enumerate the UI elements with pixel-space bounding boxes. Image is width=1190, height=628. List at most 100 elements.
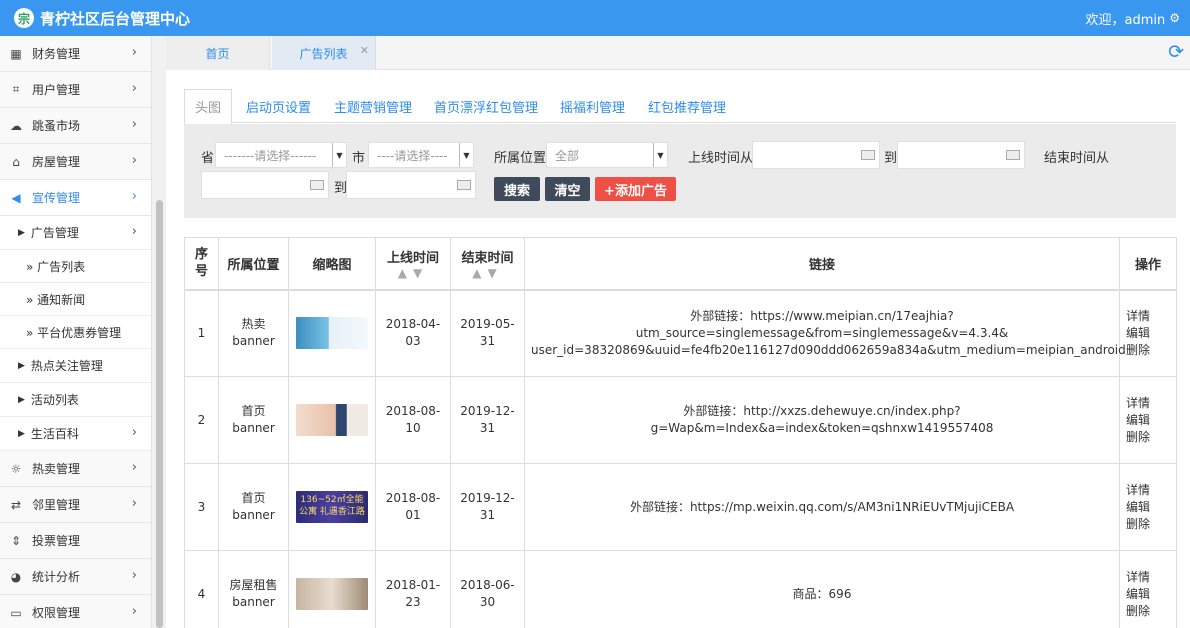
thumbnail-image[interactable] <box>296 404 368 436</box>
sidebar-subsub-label: » 广告列表 <box>26 259 86 274</box>
subtab-redpacket-recommend[interactable]: 红包推荐管理 <box>648 89 726 123</box>
col-header-online[interactable]: 上线时间 ▲▼ <box>375 237 451 291</box>
app-title: 青柠社区后台管理中心 <box>40 9 191 28</box>
chevron-right-icon: › <box>131 45 137 60</box>
sidebar-item-permissions[interactable]: ▭ 权限管理 › <box>0 595 151 628</box>
sidebar-item-promotion[interactable]: ◀ 宣传管理 › <box>0 180 151 216</box>
cell-seq: 4 <box>184 550 219 628</box>
table-row: 2 首页 banner 2018-08-10 2019-12-31 外部链接：ht… <box>184 376 1177 464</box>
edit-link[interactable]: 编辑 <box>1126 412 1150 429</box>
col-header-ops: 操作 <box>1119 237 1177 291</box>
sidebar-scrollbar-thumb[interactable] <box>156 200 163 628</box>
online-from-label: 上线时间从 <box>688 151 754 166</box>
subtab-floating-redpacket[interactable]: 首页漂浮红包管理 <box>434 89 538 123</box>
delete-link[interactable]: 删除 <box>1126 342 1150 359</box>
cell-seq: 3 <box>184 463 219 551</box>
delete-link[interactable]: 删除 <box>1126 429 1150 446</box>
thumbnail-image[interactable]: 136~52㎡全能公寓 礼遇香江路 <box>296 491 368 523</box>
thumbnail-image[interactable] <box>296 317 368 350</box>
subtab-theme-marketing[interactable]: 主题营销管理 <box>334 89 412 123</box>
sidebar-item-label: 投票管理 <box>32 534 81 548</box>
close-icon[interactable]: ✕ <box>360 44 369 57</box>
sidebar-item-market[interactable]: ☁ 跳蚤市场 › <box>0 108 151 144</box>
chevron-right-icon: › <box>131 460 137 475</box>
chevron-right-icon: › <box>131 425 137 440</box>
city-select[interactable]: ----请选择---- ▼ <box>368 142 474 168</box>
sort-icon[interactable]: ▲▼ <box>376 266 450 280</box>
calendar-icon[interactable] <box>310 180 324 190</box>
page-tabbar: 首页 广告列表 ✕ ⟳ <box>166 36 1190 70</box>
sidebar-subsub-news[interactable]: » 通知新闻 <box>0 283 151 316</box>
sidebar-subsub-ad-list[interactable]: » 广告列表 <box>0 250 151 283</box>
user-menu[interactable]: 欢迎，admin ⚙ <box>1086 9 1181 28</box>
cell-position: 热卖 banner <box>218 289 289 377</box>
detail-link[interactable]: 详情 <box>1126 482 1150 499</box>
detail-link[interactable]: 详情 <box>1126 395 1150 412</box>
position-select[interactable]: 全部 ▼ <box>546 142 668 168</box>
calendar-icon[interactable] <box>861 150 875 160</box>
city-value: ----请选择---- <box>377 148 448 163</box>
online-to-input[interactable] <box>897 141 1025 169</box>
sidebar-subsub-label: » 通知新闻 <box>26 292 86 307</box>
sidebar-sub-hot-topics[interactable]: ▶ 热点关注管理 <box>0 349 151 383</box>
position-line: 房屋租售 <box>229 578 278 592</box>
table-row: 1 热卖 banner 2018-04-03 2019-05-31 外部链接：ht… <box>184 289 1177 377</box>
col-header-end[interactable]: 结束时间 ▲▼ <box>450 237 525 291</box>
sidebar-item-neighbors[interactable]: ⇄ 邻里管理 › <box>0 487 151 523</box>
pie-icon: ◕ <box>10 569 22 584</box>
link-line: 商品：696 <box>792 586 852 601</box>
refresh-icon[interactable]: ⟳ <box>1168 41 1184 63</box>
tab-ad-list[interactable]: 广告列表 ✕ <box>272 36 376 70</box>
link-line: 外部链接：http://xxzs.dehewuye.cn/index.php?g… <box>650 404 994 435</box>
province-select[interactable]: -------请选择------ ▼ <box>215 142 347 168</box>
delete-link[interactable]: 删除 <box>1126 516 1150 533</box>
calendar-icon[interactable] <box>457 180 471 190</box>
sidebar-item-hot-sale[interactable]: ☼ 热卖管理 › <box>0 451 151 487</box>
thumbnail-image[interactable] <box>296 578 368 610</box>
sidebar-sub-activities[interactable]: ▶ 活动列表 <box>0 383 151 417</box>
subtab-launch-page[interactable]: 启动页设置 <box>246 89 311 123</box>
cell-ops: 详情编辑删除 <box>1119 550 1177 628</box>
end-from-input[interactable] <box>201 171 329 199</box>
subtab-shake-benefits[interactable]: 摇福利管理 <box>560 89 625 123</box>
position-line: 首页 <box>241 491 266 505</box>
sidebar-item-label: 跳蚤市场 <box>32 119 81 133</box>
cell-position: 首页 banner <box>218 376 289 464</box>
clear-button[interactable]: 清空 <box>545 177 590 201</box>
sidebar-subsub-coupons[interactable]: » 平台优惠券管理 <box>0 316 151 349</box>
search-button[interactable]: 搜索 <box>494 177 540 201</box>
online-from-input[interactable] <box>752 141 880 169</box>
end-to-input[interactable] <box>346 171 476 199</box>
delete-link[interactable]: 删除 <box>1126 603 1150 620</box>
tab-home[interactable]: 首页 <box>166 36 270 70</box>
sidebar-item-housing[interactable]: ⌂ 房屋管理 › <box>0 144 151 180</box>
detail-link[interactable]: 详情 <box>1126 569 1150 586</box>
position-line: 热卖 <box>241 317 266 332</box>
sidebar-item-label: 财务管理 <box>32 47 81 61</box>
detail-link[interactable]: 详情 <box>1126 308 1150 325</box>
cell-position: 房屋租售 banner <box>218 550 289 628</box>
sidebar-item-voting[interactable]: ⇕ 投票管理 <box>0 523 151 559</box>
sort-icon[interactable]: ▲▼ <box>451 266 524 280</box>
cell-link: 外部链接：https://www.meipian.cn/17eajhia?utm… <box>524 289 1126 377</box>
sidebar-sub-encyclopedia[interactable]: ▶ 生活百科 › <box>0 417 151 451</box>
edit-link[interactable]: 编辑 <box>1126 586 1150 603</box>
sidebar-sub-ads[interactable]: ▶ 广告管理 › <box>0 216 151 250</box>
sidebar-item-finance[interactable]: ▦ 财务管理 › <box>0 36 151 72</box>
gear-icon[interactable]: ⚙ <box>1169 11 1180 25</box>
edit-link[interactable]: 编辑 <box>1126 325 1150 342</box>
cell-ops: 详情编辑删除 <box>1119 376 1177 464</box>
subtab-banner[interactable]: 头图 <box>184 89 233 124</box>
sidebar-item-users[interactable]: ⌗ 用户管理 › <box>0 72 151 108</box>
cell-end: 2019-05-31 <box>450 289 525 377</box>
chevron-right-icon: › <box>131 153 137 168</box>
sun-icon: ☼ <box>10 461 22 476</box>
province-value: -------请选择------ <box>224 148 317 163</box>
ad-type-tabs: 头图 启动页设置 主题营销管理 首页漂浮红包管理 摇福利管理 红包推荐管理 <box>184 89 1176 124</box>
cell-thumb <box>288 550 376 628</box>
calendar-icon[interactable] <box>1006 150 1020 160</box>
sidebar-item-statistics[interactable]: ◕ 统计分析 › <box>0 559 151 595</box>
caret-right-icon: ▶ <box>18 428 25 439</box>
edit-link[interactable]: 编辑 <box>1126 499 1150 516</box>
add-ad-button[interactable]: +添加广告 <box>595 177 676 201</box>
